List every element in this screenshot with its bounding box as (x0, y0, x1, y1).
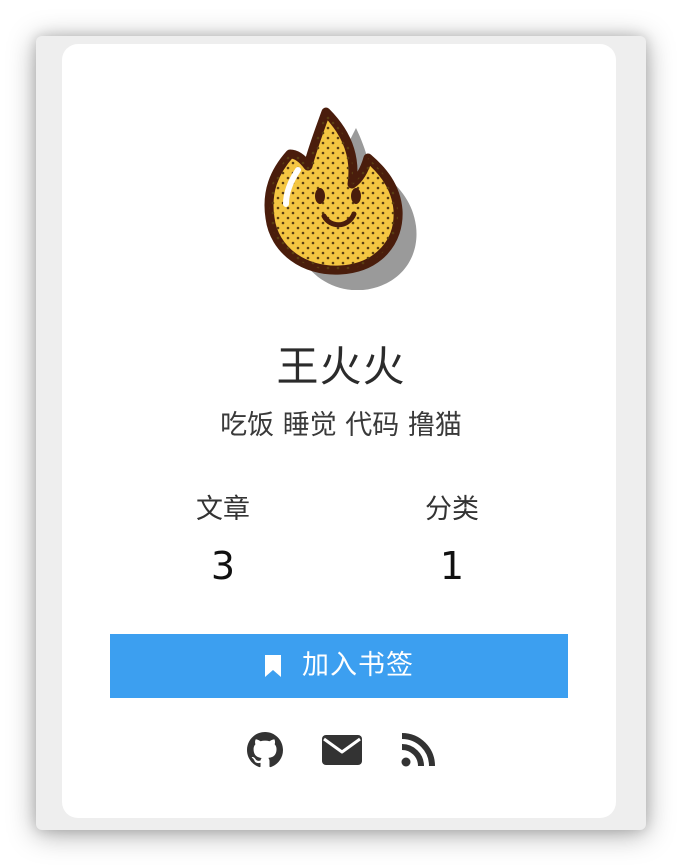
add-bookmark-button[interactable]: 加入书签 (110, 634, 568, 698)
avatar (260, 100, 430, 290)
articles-count: 3 (210, 544, 236, 588)
fire-face-icon (264, 107, 417, 290)
rss-link[interactable] (401, 733, 435, 767)
categories-label: 分类 (425, 494, 479, 525)
articles-label: 文章 (196, 494, 250, 525)
profile-name: 王火火 (276, 342, 406, 391)
github-link[interactable] (247, 732, 283, 768)
social-links (0, 728, 682, 772)
github-icon (247, 732, 283, 768)
articles-stat[interactable]: 文章 3 (143, 490, 303, 588)
profile-bio: 吃饭 睡觉 代码 撸猫 (220, 410, 462, 441)
categories-stat[interactable]: 分类 1 (372, 490, 532, 588)
add-bookmark-label: 加入书签 (302, 650, 414, 681)
rss-icon (401, 733, 435, 767)
categories-count: 1 (439, 544, 465, 588)
email-link[interactable] (321, 733, 363, 767)
email-icon (322, 735, 362, 765)
bookmark-icon (264, 654, 282, 678)
